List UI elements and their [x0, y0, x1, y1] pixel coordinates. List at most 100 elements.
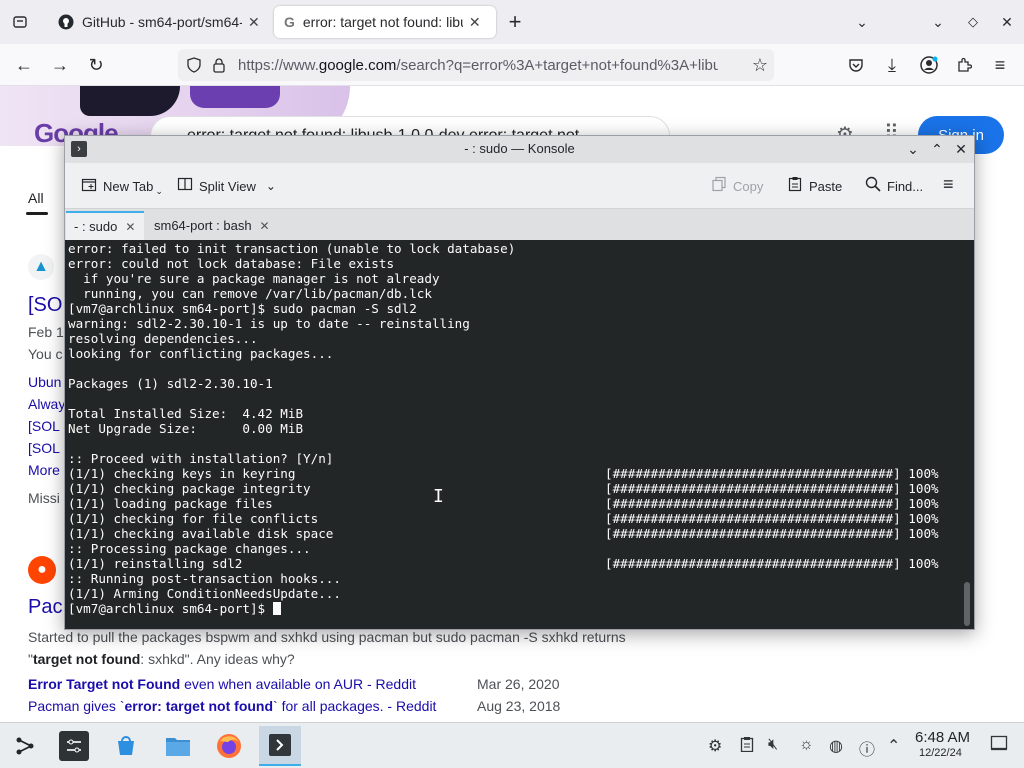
arch-linux-favicon-icon: ▲	[28, 254, 54, 280]
close-icon[interactable]: ✕	[951, 139, 971, 159]
bookmark-star-icon[interactable]: ☆	[752, 55, 768, 76]
sitelink-bold: error: target not found	[124, 698, 274, 714]
back-arrow-icon[interactable]: ←	[12, 53, 36, 77]
forward-arrow-icon[interactable]: →	[48, 53, 72, 77]
network-icon[interactable]: ◍	[829, 736, 843, 756]
brightness-icon[interactable]: ☼	[799, 736, 814, 754]
chevron-down-icon[interactable]: ⌄	[850, 10, 874, 34]
terminal-line: Total Installed Size: 4.42 MiB	[68, 406, 515, 421]
terminal-line-text: :: Running post-transaction hooks...	[68, 571, 341, 586]
minimize-icon[interactable]: ⌄	[926, 10, 950, 34]
terminal-line-text: (1/1) checking package integrity	[68, 481, 311, 496]
search-tab-all[interactable]: All	[28, 190, 44, 206]
terminal-line-text: if you're sure a package manager is not …	[68, 271, 440, 286]
close-icon[interactable]: ✕	[260, 219, 270, 233]
tab-list-icon[interactable]	[8, 10, 32, 34]
terminal-line-text: Total Installed Size: 4.42 MiB	[68, 406, 304, 421]
window-close-icon[interactable]: ✕	[995, 10, 1019, 34]
chevron-up-icon[interactable]: ⌃	[887, 736, 900, 756]
paste-label: Paste	[809, 178, 843, 194]
scrollbar-thumb[interactable]	[964, 582, 970, 626]
close-icon[interactable]: ✕	[469, 14, 481, 31]
konsole-tab-bar: - : sudo ✕ sm64-port : bash ✕	[65, 209, 974, 240]
result-sublink[interactable]: Ubun	[28, 374, 61, 390]
konsole-task-button[interactable]	[259, 726, 301, 766]
chevron-down-icon: ⌄	[265, 179, 276, 193]
steam-icon[interactable]: ⚙	[708, 736, 722, 756]
discover-store-icon[interactable]	[111, 731, 141, 761]
text-cursor-icon: I	[433, 486, 444, 507]
split-view-button[interactable]: Split View ⌄	[177, 176, 276, 196]
copy-button[interactable]: Copy	[711, 176, 763, 196]
extensions-icon[interactable]	[952, 53, 976, 77]
url-bar[interactable]: https://www.google.com/search?q=error%3A…	[178, 49, 774, 81]
terminal-line: :: Proceed with installation? [Y/n]	[68, 451, 515, 466]
reddit-favicon-icon: ●	[28, 556, 56, 584]
konsole-tab-bash[interactable]: sm64-port : bash ✕	[146, 211, 286, 240]
find-button[interactable]: Find...	[865, 176, 923, 196]
terminal-cursor	[272, 602, 281, 615]
new-tab-button[interactable]: New Tab ⌄	[81, 176, 163, 197]
progress-bar-text: [#####################################] …	[605, 511, 939, 526]
new-tab-label: New Tab	[103, 179, 154, 194]
split-view-label: Split View	[199, 178, 256, 194]
terminal-output[interactable]: error: failed to init transaction (unabl…	[65, 240, 974, 629]
close-icon[interactable]: ✕	[125, 220, 135, 234]
terminal-line: (1/1) checking for file conflicts [######…	[68, 511, 939, 526]
result-title[interactable]: Pac	[28, 596, 62, 619]
terminal-line: Net Upgrade Size: 0.00 MiB	[68, 421, 515, 436]
tracking-protection-icon[interactable]	[186, 57, 202, 73]
result-sublink[interactable]: Alway	[28, 396, 65, 412]
restore-icon[interactable]: ◇	[961, 10, 985, 34]
hamburger-menu-icon[interactable]: ≡	[988, 53, 1012, 77]
result-sublink[interactable]: [SOL	[28, 440, 60, 456]
maximize-icon[interactable]: ⌃	[927, 139, 947, 159]
copy-label: Copy	[733, 178, 764, 194]
progress-bar-text: [#####################################] …	[605, 481, 939, 496]
sitelink-date: Aug 23, 2018	[477, 698, 561, 714]
file-manager-icon[interactable]	[163, 731, 193, 761]
volume-muted-icon[interactable]: 🔇︎	[768, 736, 778, 754]
close-icon[interactable]: ✕	[248, 14, 260, 31]
result-title[interactable]: [SO	[28, 294, 62, 317]
terminal-line-text: running, you can remove /var/lib/pacman/…	[68, 286, 432, 301]
progress-bar-text: [#####################################] …	[605, 466, 939, 481]
download-icon[interactable]: ⤓	[880, 53, 904, 77]
help-icon[interactable]: ⓘ	[859, 736, 875, 760]
show-desktop-icon[interactable]	[990, 735, 1008, 756]
paste-icon	[787, 176, 803, 196]
lock-icon[interactable]	[212, 57, 226, 73]
pocket-icon[interactable]	[844, 53, 868, 77]
terminal-line: (1/1) Arming ConditionNeedsUpdate...	[68, 586, 515, 601]
paste-button[interactable]: Paste	[787, 176, 842, 196]
doodle-decoration	[190, 86, 280, 108]
result-sublink[interactable]: More	[28, 462, 60, 478]
terminal-prompt: [vm7@archlinux sm64-port]$	[68, 601, 273, 616]
minimize-icon[interactable]: ⌄	[903, 139, 923, 159]
result-sitelink[interactable]: Error Target not Found even when availab…	[28, 676, 416, 692]
reload-icon[interactable]: ↻	[84, 53, 108, 77]
app-launcher-icon[interactable]	[10, 731, 40, 761]
clock-time[interactable]: 6:48 AM	[915, 729, 970, 746]
clock-date[interactable]: 12/22/24	[919, 747, 962, 759]
new-tab-button[interactable]: +	[503, 9, 527, 34]
system-settings-icon[interactable]	[59, 731, 89, 761]
browser-tab-github[interactable]: GitHub - sm64-port/sm64-port ✕	[48, 6, 270, 38]
browser-tab-bar: GitHub - sm64-port/sm64-port ✕ G error: …	[0, 0, 1024, 44]
terminal-line: (1/1) checking available disk space [####…	[68, 526, 939, 541]
clipboard-icon[interactable]	[740, 736, 754, 757]
account-icon[interactable]	[917, 53, 941, 77]
result-sitelink[interactable]: Pacman gives `error: target not found` f…	[28, 698, 436, 714]
terminal-line-text: (1/1) checking available disk space	[68, 526, 334, 541]
result-sublink[interactable]: [SOL	[28, 418, 60, 434]
hamburger-menu-icon[interactable]: ≡	[943, 174, 954, 195]
firefox-icon[interactable]	[214, 731, 244, 761]
progress-bar-text: [#####################################] …	[605, 526, 939, 541]
terminal-line: (1/1) checking keys in keyring [#########…	[68, 466, 939, 481]
terminal-lines: error: failed to init transaction (unabl…	[68, 241, 939, 616]
browser-tab-google[interactable]: G error: target not found: libusb ✕	[274, 6, 496, 38]
konsole-tab-sudo[interactable]: - : sudo ✕	[66, 211, 144, 240]
konsole-titlebar[interactable]: › - : sudo — Konsole ⌄ ⌃ ✕	[65, 136, 974, 163]
